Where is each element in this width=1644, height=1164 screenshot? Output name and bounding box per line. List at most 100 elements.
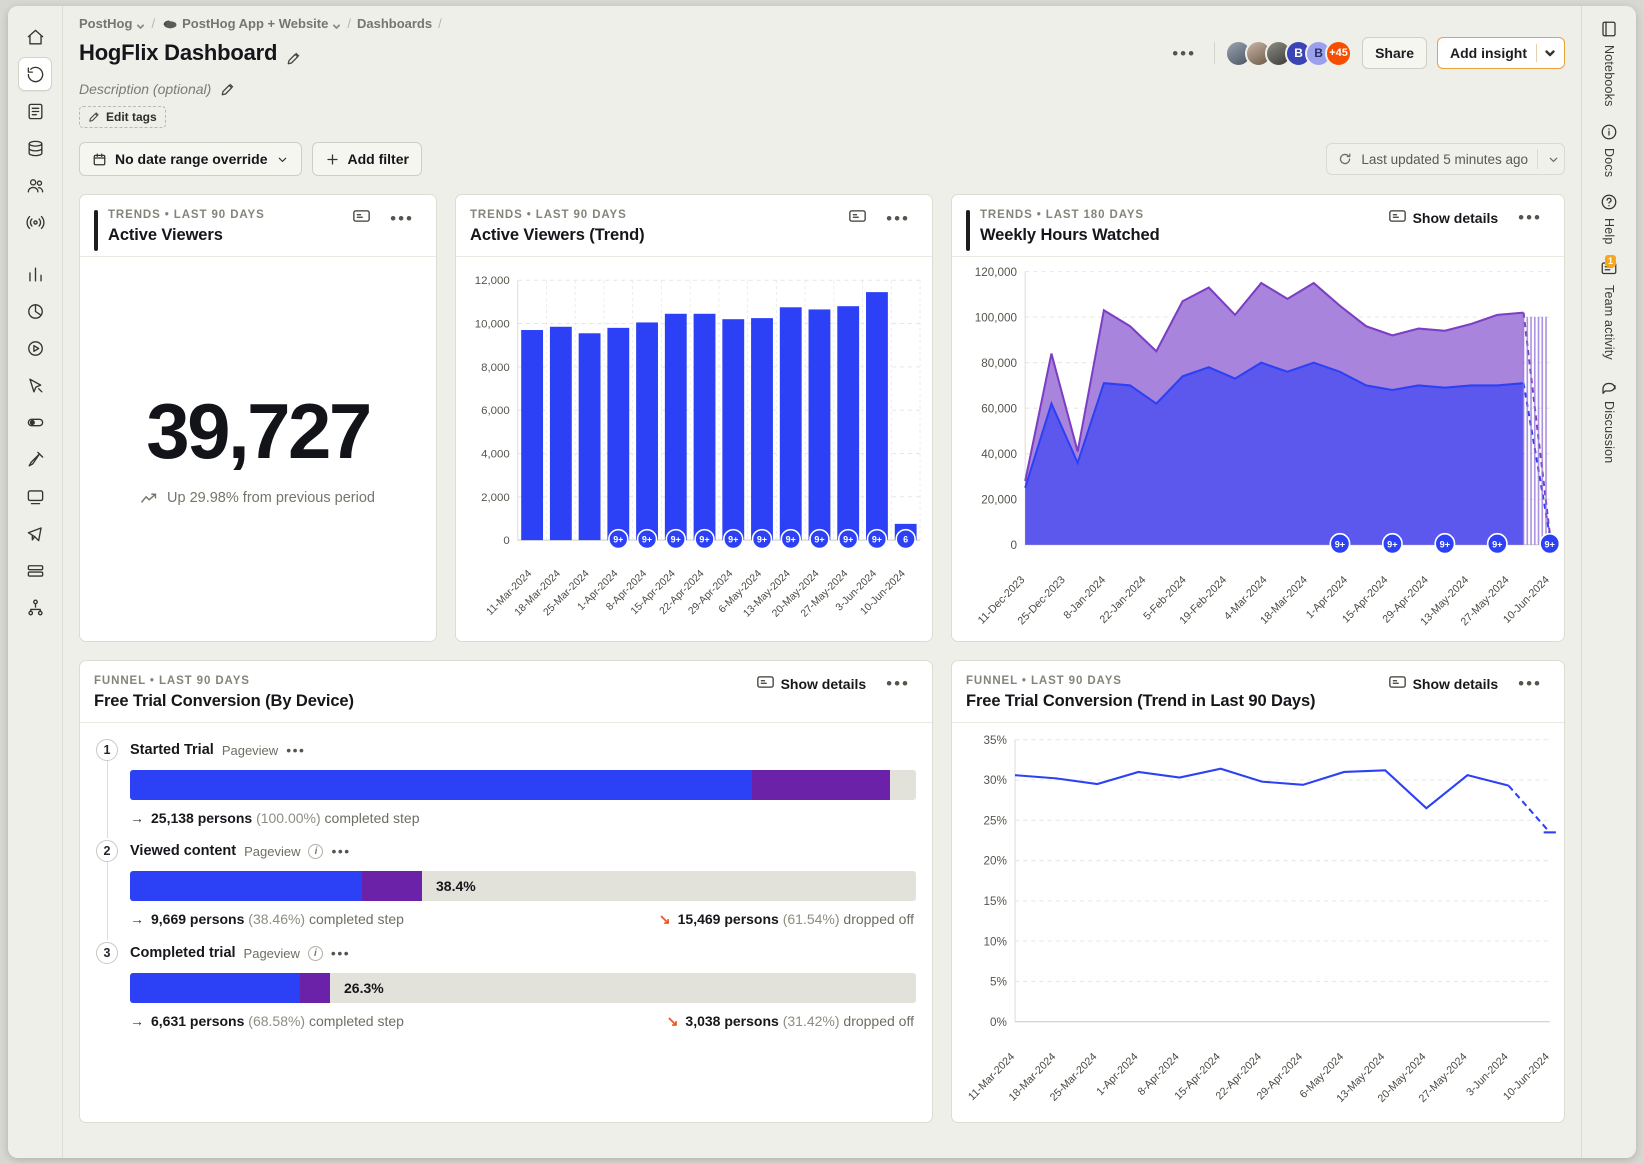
funnel-step-completed: →6,631 persons (68.58%) completed step <box>130 1013 404 1030</box>
nav-session-replay[interactable] <box>18 331 52 365</box>
card-overflow-menu[interactable]: ••• <box>382 210 422 227</box>
card-body: 12,00010,0008,0006,0004,0002,000011-Mar-… <box>456 256 932 641</box>
svg-text:120,000: 120,000 <box>975 265 1018 279</box>
info-icon[interactable]: i <box>308 946 323 961</box>
add-filter-button[interactable]: Add filter <box>312 142 422 176</box>
right-rail-discussion[interactable]: Discussion <box>1600 376 1618 463</box>
add-insight-button[interactable]: Add insight <box>1437 37 1565 69</box>
nav-data-warehouse[interactable] <box>18 553 52 587</box>
svg-text:6: 6 <box>903 535 908 545</box>
svg-text:9+: 9+ <box>642 535 652 545</box>
svg-text:10%: 10% <box>984 934 1008 948</box>
svg-text:1-Apr-2024: 1-Apr-2024 <box>1094 1051 1140 1098</box>
edit-title-icon[interactable] <box>286 46 301 61</box>
nav-experiments[interactable] <box>18 442 52 476</box>
nav-pipelines[interactable] <box>18 590 52 624</box>
insight-card-active-viewers[interactable]: TRENDS • LAST 90 DAYS Active Viewers •••… <box>79 194 437 642</box>
show-details-button[interactable]: Show details <box>757 675 867 692</box>
description-row[interactable]: Description (optional) <box>79 81 1565 97</box>
card-overflow-menu[interactable]: ••• <box>1510 209 1550 226</box>
nav-surveys[interactable] <box>18 479 52 513</box>
show-details-button[interactable]: Show details <box>1389 675 1499 692</box>
details-toggle-icon[interactable] <box>353 209 370 228</box>
nav-heatmaps[interactable] <box>18 368 52 402</box>
card-body: 1Started TrialPageview•••→25,138 persons… <box>80 722 932 1122</box>
funnel-step[interactable]: 3Completed trialPageviewi•••26.3%→6,631 … <box>96 942 916 1030</box>
right-rail-label: Discussion <box>1602 401 1616 463</box>
funnel-bar: 26.3% <box>130 973 916 1003</box>
breadcrumb-separator: / <box>438 16 442 31</box>
big-number-value: 39,727 <box>146 392 370 470</box>
breadcrumb-item-project[interactable]: PostHog App + Website <box>161 16 341 31</box>
funnel-step-menu[interactable]: ••• <box>286 743 305 757</box>
nav-feature-flags[interactable] <box>18 405 52 439</box>
edit-description-icon[interactable] <box>220 82 235 97</box>
funnel-step[interactable]: 1Started TrialPageview•••→25,138 persons… <box>96 739 916 838</box>
funnel-bar-percent: 26.3% <box>344 980 384 996</box>
card-title: Free Trial Conversion (By Device) <box>94 692 354 711</box>
right-rail-docs[interactable]: Docs <box>1600 123 1618 177</box>
add-filter-label: Add filter <box>348 151 409 167</box>
nav-database[interactable] <box>18 131 52 165</box>
insight-card-funnel-trend[interactable]: FUNNEL • LAST 90 DAYS Free Trial Convers… <box>951 660 1565 1123</box>
collaborator-avatars[interactable]: B B +45 <box>1225 40 1352 67</box>
card-overflow-menu[interactable]: ••• <box>878 210 918 227</box>
svg-text:9+: 9+ <box>699 535 709 545</box>
svg-text:15%: 15% <box>984 894 1008 908</box>
nav-live-events[interactable] <box>18 205 52 239</box>
breadcrumb-label: Dashboards <box>357 16 432 31</box>
breadcrumb-separator: / <box>151 16 155 31</box>
card-accent-bar <box>470 210 474 251</box>
svg-text:8,000: 8,000 <box>481 362 510 374</box>
right-rail-help[interactable]: Help <box>1600 193 1618 245</box>
chevron-down-icon[interactable] <box>1544 46 1558 60</box>
funnel-bar-segment-purple <box>300 973 330 1003</box>
nav-home[interactable] <box>18 20 52 54</box>
card-kicker: TRENDS • LAST 90 DAYS <box>470 209 644 221</box>
nav-product-analytics[interactable] <box>18 257 52 291</box>
svg-text:25%: 25% <box>984 813 1008 827</box>
breadcrumb-item-dashboards[interactable]: Dashboards <box>357 16 432 31</box>
funnel-step[interactable]: 2Viewed contentPageviewi•••38.4%→9,669 p… <box>96 840 916 940</box>
last-updated-label: Last updated 5 minutes ago <box>1361 152 1528 167</box>
left-nav-rail <box>8 6 63 1158</box>
nav-notebooks[interactable] <box>18 94 52 128</box>
insight-card-active-viewers-trend[interactable]: TRENDS • LAST 90 DAYS Active Viewers (Tr… <box>455 194 933 642</box>
dashboard-grid: TRENDS • LAST 90 DAYS Active Viewers •••… <box>63 176 1581 1123</box>
calendar-icon <box>92 152 107 167</box>
right-rail-team-activity[interactable]: 1 Team activity <box>1600 260 1618 360</box>
show-details-button[interactable]: Show details <box>1389 209 1499 226</box>
svg-text:9+: 9+ <box>757 535 767 545</box>
funnel-step-completed: →25,138 persons (100.00%) completed step <box>130 810 420 826</box>
funnel-connector <box>107 761 108 838</box>
nav-web-analytics[interactable] <box>18 294 52 328</box>
card-overflow-menu[interactable]: ••• <box>1510 675 1550 692</box>
svg-text:30%: 30% <box>984 773 1008 787</box>
svg-text:9+: 9+ <box>786 535 796 545</box>
notebook-icon <box>1600 20 1618 38</box>
info-icon[interactable]: i <box>308 844 323 859</box>
share-button[interactable]: Share <box>1362 37 1427 69</box>
breadcrumb-item-posthog[interactable]: PostHog <box>79 16 145 31</box>
dashboard-overflow-menu[interactable]: ••• <box>1164 45 1204 62</box>
chevron-down-icon <box>1547 153 1560 166</box>
funnel-step-menu[interactable]: ••• <box>331 844 350 858</box>
date-range-selector[interactable]: No date range override <box>79 142 302 176</box>
card-overflow-menu[interactable]: ••• <box>878 675 918 692</box>
funnel-step-event: Pageview <box>244 946 300 961</box>
nav-early-access[interactable] <box>18 516 52 550</box>
refresh-button[interactable]: Last updated 5 minutes ago <box>1326 143 1565 175</box>
chevron-down-icon <box>276 153 289 166</box>
nav-people[interactable] <box>18 168 52 202</box>
right-rail-notebooks[interactable]: Notebooks <box>1600 20 1618 107</box>
details-toggle-icon[interactable] <box>849 209 866 228</box>
app-window: PostHog / PostHog App + Website / Dashbo… <box>8 6 1636 1158</box>
funnel-step-menu[interactable]: ••• <box>331 946 350 960</box>
edit-tags-button[interactable]: Edit tags <box>79 106 166 128</box>
insight-card-funnel-device[interactable]: FUNNEL • LAST 90 DAYS Free Trial Convers… <box>79 660 933 1123</box>
nav-activity[interactable] <box>18 57 52 91</box>
insight-card-weekly-hours[interactable]: TRENDS • LAST 180 DAYS Weekly Hours Watc… <box>951 194 1565 642</box>
svg-text:60,000: 60,000 <box>981 401 1017 415</box>
funnel-bar-segment-blue <box>130 871 362 901</box>
avatar-overflow-count[interactable]: +45 <box>1325 40 1352 67</box>
